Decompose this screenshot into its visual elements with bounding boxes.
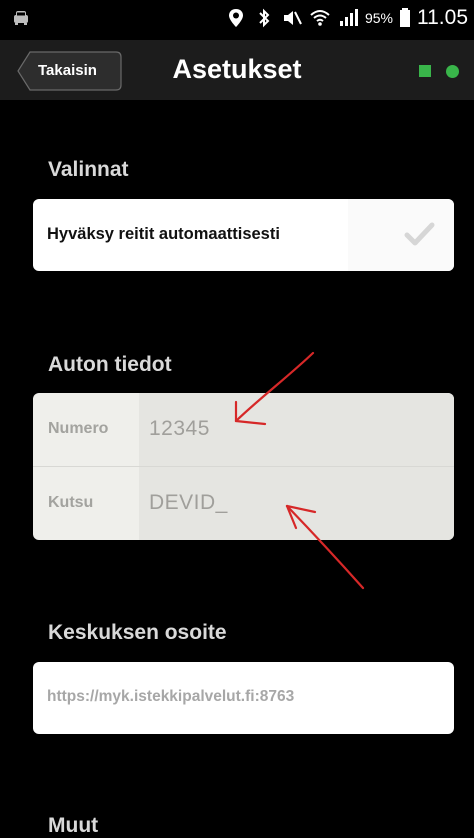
section-title-other: Muut xyxy=(48,814,99,837)
arrow-to-number-icon xyxy=(234,351,315,426)
center-address-value: https://myk.istekkipalvelut.fi:8763 xyxy=(47,688,295,705)
section-title-center-address: Keskuksen osoite xyxy=(48,621,227,644)
arrow-to-call-sign-icon xyxy=(285,504,365,590)
center-address-field[interactable]: https://myk.istekkipalvelut.fi:8763 xyxy=(33,662,454,734)
